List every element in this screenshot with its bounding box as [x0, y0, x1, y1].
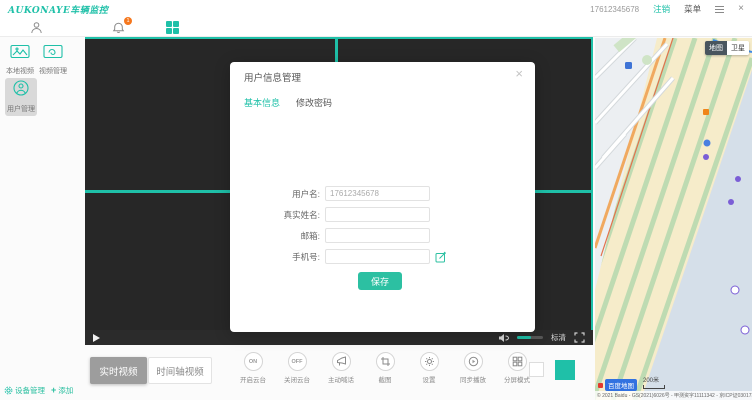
sidebar: 本地视频 视频管理 用户管理 — [0, 38, 85, 380]
footer-left: 设备管理 + 添加 — [0, 380, 85, 400]
ptz-off-button[interactable]: OFF 关闭云台 — [279, 352, 315, 384]
tab-timeline-video[interactable]: 时间轴视频 — [148, 357, 212, 384]
phone-label: 手机号: — [230, 251, 325, 263]
baidu-logo: 百度地图 — [598, 379, 637, 391]
action-label: 开启云台 — [240, 374, 266, 384]
map-layer-map-button[interactable]: 地图 — [705, 41, 727, 55]
device-manage-link[interactable]: 设备管理 — [4, 385, 45, 396]
color-swatch-teal[interactable] — [555, 360, 575, 380]
sidebar-item-local-video[interactable]: 本地视频 — [5, 44, 35, 76]
sync-play-button[interactable]: 同步播放 — [455, 352, 491, 384]
topbar: AUKONAYE车辆监控 17612345678 注销 菜单 × — [0, 0, 752, 18]
app-logo: AUKONAYE车辆监控 — [8, 3, 108, 16]
map-scale-bar — [643, 385, 665, 389]
layout-grid-icon[interactable] — [166, 21, 180, 34]
hamburger-icon[interactable] — [715, 6, 724, 13]
crop-icon — [376, 352, 395, 371]
username-field[interactable] — [325, 186, 430, 201]
snapshot-button[interactable]: 截图 — [367, 352, 403, 384]
modal-tabs: 基本信息 修改密码 — [244, 96, 332, 109]
logout-link[interactable]: 注销 — [653, 3, 670, 15]
close-window-icon[interactable]: × — [738, 4, 744, 14]
modal-close-icon[interactable]: × — [515, 67, 523, 80]
sidebar-item-video-manage[interactable]: 视频管理 — [38, 44, 68, 76]
video-manage-icon — [43, 44, 63, 59]
user-icon[interactable] — [30, 21, 44, 34]
map-graphics — [595, 38, 752, 400]
color-swatch-white[interactable] — [529, 362, 544, 377]
play-button[interactable] — [93, 334, 100, 342]
action-label: 关闭云台 — [284, 374, 310, 384]
tab-live-video[interactable]: 实时视频 — [90, 357, 147, 384]
ptz-on-icon: ON — [244, 352, 263, 371]
sidebar-item-label: 本地视频 — [5, 66, 35, 76]
action-label: 同步播放 — [460, 374, 486, 384]
app-window: AUKONAYE车辆监控 17612345678 注销 菜单 × 1 本地视频 … — [0, 0, 752, 400]
fullscreen-icon[interactable] — [574, 332, 585, 343]
device-manage-label: 设备管理 — [15, 385, 45, 396]
user-phone: 17612345678 — [590, 5, 639, 14]
bottom-controls: 实时视频 时间轴视频 ON 开启云台 OFF 关闭云台 主动喊话 截图 — [85, 345, 595, 400]
player-bar: 标清 — [85, 330, 593, 345]
gear-icon — [420, 352, 439, 371]
phone-field[interactable] — [325, 249, 430, 264]
quick-toolbar: 1 — [0, 18, 752, 37]
talk-button[interactable]: 主动喊话 — [323, 352, 359, 384]
ptz-on-button[interactable]: ON 开启云台 — [235, 352, 271, 384]
email-field[interactable] — [325, 228, 430, 243]
topbar-right: 17612345678 注销 菜单 × — [590, 3, 744, 15]
action-label: 主动喊话 — [328, 374, 354, 384]
tab-change-password[interactable]: 修改密码 — [296, 96, 332, 109]
baidu-logo-text: 百度地图 — [605, 379, 637, 391]
modal-title: 用户信息管理 — [244, 70, 301, 84]
map-scale: 200米 — [643, 375, 665, 389]
volume-icon[interactable] — [498, 333, 509, 343]
map-attribution: © 2021 Baidu - GS(2021)6026号 - 甲测资字11111… — [595, 391, 752, 400]
tab-basic-info[interactable]: 基本信息 — [244, 96, 280, 109]
alarm-badge: 1 — [124, 17, 132, 25]
sidebar-item-label: 视频管理 — [38, 66, 68, 76]
realname-label: 真实姓名: — [230, 209, 325, 221]
realname-field[interactable] — [325, 207, 430, 222]
edit-phone-icon[interactable] — [435, 251, 447, 263]
add-link[interactable]: + 添加 — [51, 385, 73, 396]
action-buttons: ON 开启云台 OFF 关闭云台 主动喊话 截图 — [235, 352, 535, 384]
sync-play-icon — [464, 352, 483, 371]
form-row-realname: 真实姓名: — [230, 207, 430, 222]
action-label: 截图 — [379, 374, 392, 384]
username-label: 用户名: — [230, 188, 325, 200]
baidu-logo-mark — [598, 383, 603, 388]
sidebar-item-user-manage[interactable]: 用户管理 — [5, 78, 37, 116]
ptz-off-icon: OFF — [288, 352, 307, 371]
map-scale-label: 200米 — [643, 378, 659, 384]
sidebar-item-label: 用户管理 — [6, 104, 36, 114]
email-label: 邮箱: — [230, 230, 325, 242]
quality-selector[interactable]: 标清 — [551, 332, 566, 343]
plus-icon: + — [51, 385, 56, 395]
action-label: 分屏模式 — [504, 374, 530, 384]
user-manage-icon — [12, 80, 30, 97]
form-row-username: 用户名: — [230, 186, 430, 201]
megaphone-icon — [332, 352, 351, 371]
local-video-icon — [10, 44, 30, 59]
save-button[interactable]: 保存 — [358, 272, 402, 290]
alarm-icon[interactable]: 1 — [112, 21, 126, 34]
gear-icon — [4, 386, 13, 395]
map-layer-toggle: 地图 卫星 — [705, 41, 749, 55]
split-screen-icon — [508, 352, 527, 371]
user-info-modal: 用户信息管理 × 基本信息 修改密码 用户名: 真实姓名: 邮箱: 手机号: 保… — [230, 62, 535, 332]
map-canvas[interactable]: 地图 卫星 百度地图 200米 © 2021 Baidu - GS(2021)6… — [595, 38, 752, 400]
action-label: 设置 — [423, 374, 436, 384]
form-row-phone: 手机号: — [230, 249, 447, 264]
form-row-email: 邮箱: — [230, 228, 430, 243]
settings-button[interactable]: 设置 — [411, 352, 447, 384]
map-layer-satellite-button[interactable]: 卫星 — [727, 41, 749, 55]
add-label: 添加 — [58, 385, 73, 396]
menu-link[interactable]: 菜单 — [684, 3, 701, 15]
volume-slider[interactable] — [517, 336, 543, 339]
